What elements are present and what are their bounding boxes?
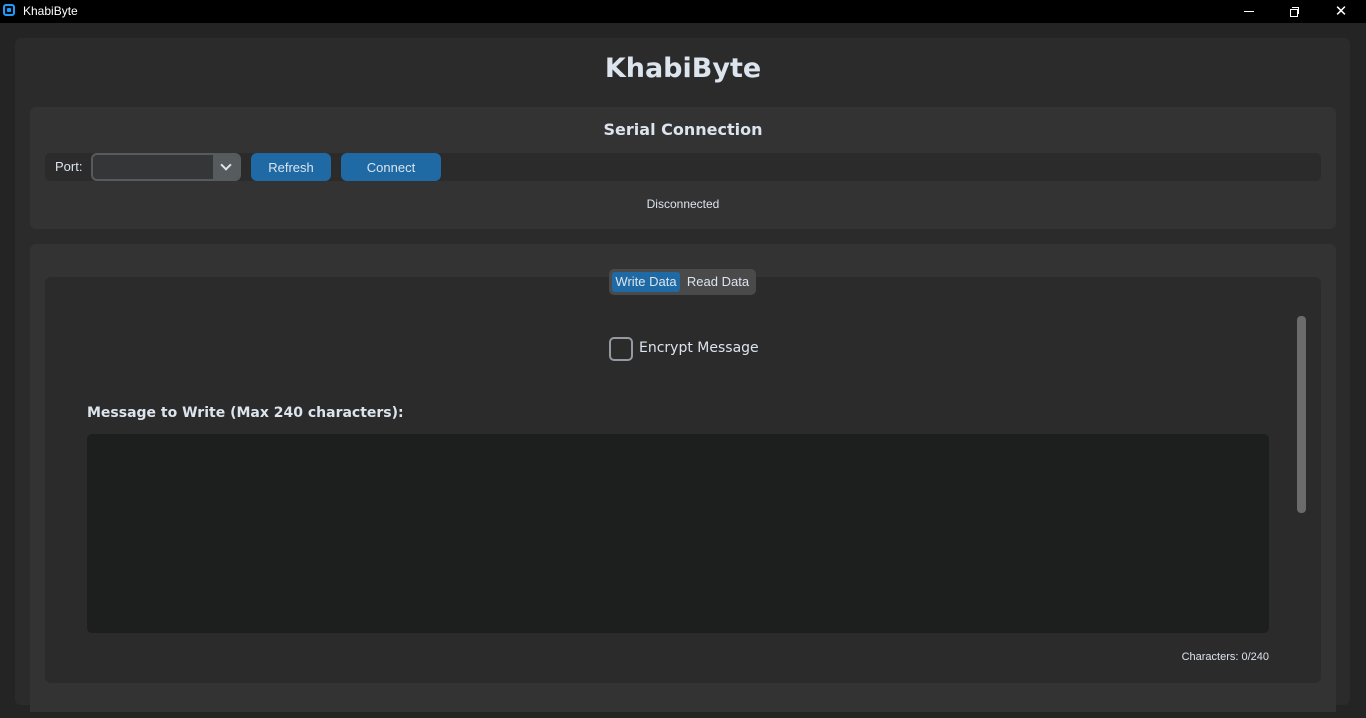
port-dropdown[interactable] bbox=[91, 153, 241, 181]
chevron-down-icon bbox=[220, 159, 232, 171]
encrypt-checkbox[interactable] bbox=[609, 337, 633, 361]
message-label: Message to Write (Max 240 characters): bbox=[87, 405, 404, 421]
title-bar: KhabiByte ✕ bbox=[0, 0, 1366, 23]
encrypt-checkbox-label[interactable]: Encrypt Message bbox=[639, 340, 759, 357]
connection-status: Disconnected bbox=[646, 197, 720, 211]
minimize-icon bbox=[1244, 11, 1254, 12]
tab-read-data[interactable]: Read Data bbox=[682, 272, 754, 292]
close-button[interactable]: ✕ bbox=[1318, 0, 1364, 23]
app-icon bbox=[3, 4, 15, 16]
minimize-button[interactable] bbox=[1226, 0, 1272, 23]
app-title: KhabiByte bbox=[604, 53, 762, 84]
message-input[interactable] bbox=[87, 434, 1269, 633]
scrollbar[interactable] bbox=[1297, 316, 1306, 513]
window-title: KhabiByte bbox=[23, 4, 78, 18]
port-dropdown-arrow[interactable] bbox=[213, 155, 239, 179]
connect-button[interactable]: Connect bbox=[341, 153, 441, 181]
maximize-button[interactable] bbox=[1272, 0, 1318, 23]
close-icon: ✕ bbox=[1334, 2, 1348, 20]
restore-icon bbox=[1290, 6, 1300, 17]
port-label: Port: bbox=[55, 159, 83, 174]
character-count: Characters: 0/240 bbox=[1181, 651, 1269, 663]
tab-selector: Write Data Read Data bbox=[609, 269, 756, 295]
refresh-button[interactable]: Refresh bbox=[251, 153, 331, 181]
tab-write-data[interactable]: Write Data bbox=[612, 272, 680, 292]
serial-connection-title: Serial Connection bbox=[603, 120, 763, 139]
